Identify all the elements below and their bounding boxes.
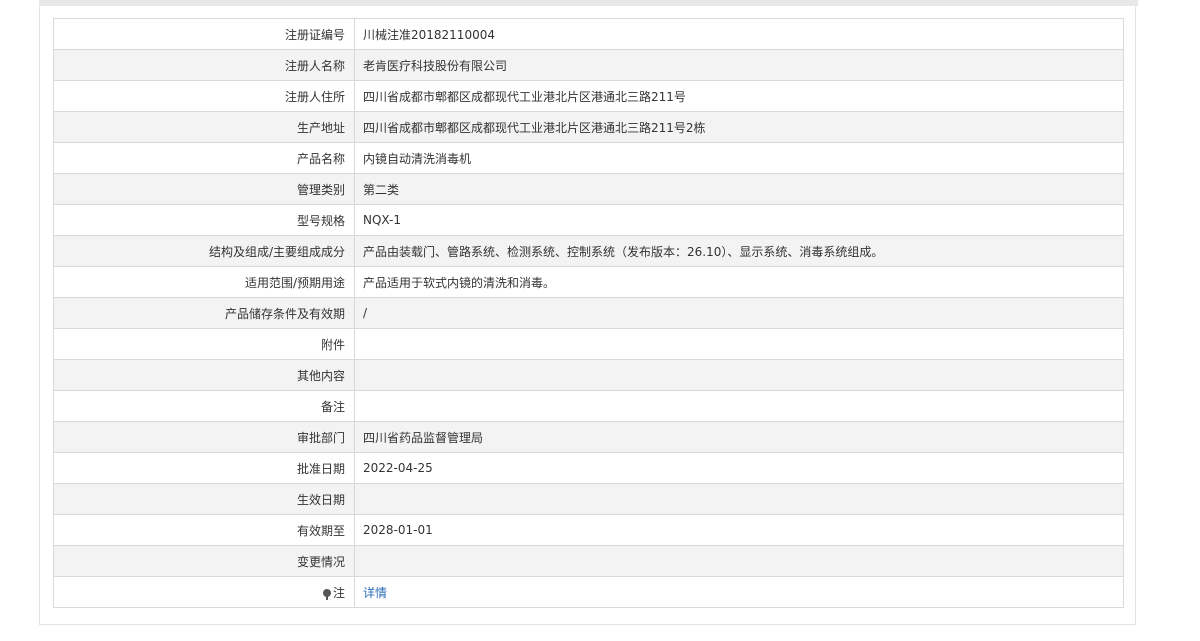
table-row: 有效期至 2028-01-01 (53, 514, 1124, 546)
table-row: 生产地址 四川省成都市郫都区成都现代工业港北片区港通北三路211号2栋 (53, 111, 1124, 143)
table-row: 批准日期 2022-04-25 (53, 452, 1124, 484)
table-row: 生效日期 (53, 483, 1124, 515)
table-row: 适用范围/预期用途 产品适用于软式内镜的清洗和消毒。 (53, 266, 1124, 298)
row-value: 2028-01-01 (354, 514, 1124, 546)
row-value: 2022-04-25 (354, 452, 1124, 484)
row-label: 产品储存条件及有效期 (53, 297, 355, 329)
row-label: 型号规格 (53, 204, 355, 236)
row-label: 结构及组成/主要组成成分 (53, 235, 355, 267)
row-value (354, 483, 1124, 515)
row-label: 附件 (53, 328, 355, 360)
row-label: 生产地址 (53, 111, 355, 143)
row-value: 四川省成都市郫都区成都现代工业港北片区港通北三路211号 (354, 80, 1124, 112)
note-row: 注 详情 (53, 576, 1124, 608)
row-label: 备注 (53, 390, 355, 422)
row-label: 注册证编号 (53, 18, 355, 50)
row-value (354, 328, 1124, 360)
row-label: 生效日期 (53, 483, 355, 515)
row-value (354, 545, 1124, 577)
row-label: 注册人名称 (53, 49, 355, 81)
table-row: 审批部门 四川省药品监督管理局 (53, 421, 1124, 453)
row-value: 内镜自动清洗消毒机 (354, 142, 1124, 174)
row-label: 适用范围/预期用途 (53, 266, 355, 298)
note-label: 注 (332, 585, 345, 600)
row-value: 川械注准20182110004 (354, 18, 1124, 50)
table-row: 备注 (53, 390, 1124, 422)
row-label: 其他内容 (53, 359, 355, 391)
row-label: 注册人住所 (53, 80, 355, 112)
row-value: 四川省药品监督管理局 (354, 421, 1124, 453)
row-value: NQX-1 (354, 204, 1124, 236)
row-value: 四川省成都市郫都区成都现代工业港北片区港通北三路211号2栋 (354, 111, 1124, 143)
table-row: 附件 (53, 328, 1124, 360)
row-label: 变更情况 (53, 545, 355, 577)
table-row: 型号规格 NQX-1 (53, 204, 1124, 236)
pin-icon (322, 588, 331, 600)
details-link[interactable]: 详情 (363, 586, 387, 600)
table-row: 注册人住所 四川省成都市郫都区成都现代工业港北片区港通北三路211号 (53, 80, 1124, 112)
row-value: 老肯医疗科技股份有限公司 (354, 49, 1124, 81)
row-label: 管理类别 (53, 173, 355, 205)
row-label: 批准日期 (53, 452, 355, 484)
row-value: 产品适用于软式内镜的清洗和消毒。 (354, 266, 1124, 298)
row-value (354, 359, 1124, 391)
note-value-cell: 详情 (354, 576, 1124, 608)
note-label-cell: 注 (53, 576, 355, 608)
table-row: 变更情况 (53, 545, 1124, 577)
registration-detail-table: 注册证编号 川械注准20182110004 注册人名称 老肯医疗科技股份有限公司… (53, 18, 1124, 608)
table-row: 产品储存条件及有效期 / (53, 297, 1124, 329)
table-row: 产品名称 内镜自动清洗消毒机 (53, 142, 1124, 174)
table-row: 结构及组成/主要组成成分 产品由装载门、管路系统、检测系统、控制系统（发布版本：… (53, 235, 1124, 267)
row-value: / (354, 297, 1124, 329)
table-row: 注册证编号 川械注准20182110004 (53, 18, 1124, 50)
row-value (354, 390, 1124, 422)
table-row: 其他内容 (53, 359, 1124, 391)
row-label: 产品名称 (53, 142, 355, 174)
row-value: 产品由装载门、管路系统、检测系统、控制系统（发布版本：26.10）、显示系统、消… (354, 235, 1124, 267)
table-row: 管理类别 第二类 (53, 173, 1124, 205)
table-row: 注册人名称 老肯医疗科技股份有限公司 (53, 49, 1124, 81)
row-label: 审批部门 (53, 421, 355, 453)
row-value: 第二类 (354, 173, 1124, 205)
row-label: 有效期至 (53, 514, 355, 546)
